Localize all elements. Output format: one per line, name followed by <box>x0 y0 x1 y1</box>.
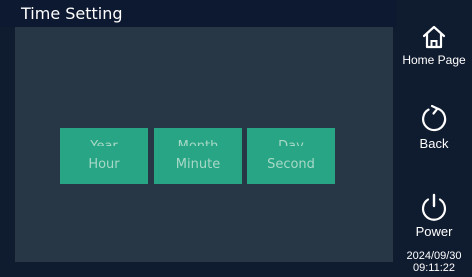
date-text: 2024/09/30 <box>406 250 462 262</box>
home-page-button[interactable]: Home Page <box>396 24 472 67</box>
minute-button[interactable]: Minute <box>154 146 242 184</box>
power-label: Power <box>415 224 453 239</box>
power-icon <box>421 193 447 221</box>
back-label: Back <box>419 136 449 151</box>
power-button[interactable]: Power <box>396 192 472 239</box>
home-page-label: Home Page <box>402 53 466 67</box>
home-icon <box>422 25 446 49</box>
title-bar: Time Setting <box>0 0 396 27</box>
page-title: Time Setting <box>21 4 123 23</box>
back-button[interactable]: Back <box>396 104 472 151</box>
time-text: 09:11:22 <box>412 262 455 274</box>
time-setting-screen: Time Setting Year Month Day Hour Minute … <box>0 0 472 277</box>
back-arrow-icon <box>422 104 447 132</box>
datetime-display: 2024/09/30 09:11:22 <box>396 250 472 274</box>
hour-button[interactable]: Hour <box>60 146 148 184</box>
sidebar: Home Page Back Power <box>396 0 472 277</box>
bottom-strip <box>0 262 396 277</box>
second-button[interactable]: Second <box>247 146 335 184</box>
